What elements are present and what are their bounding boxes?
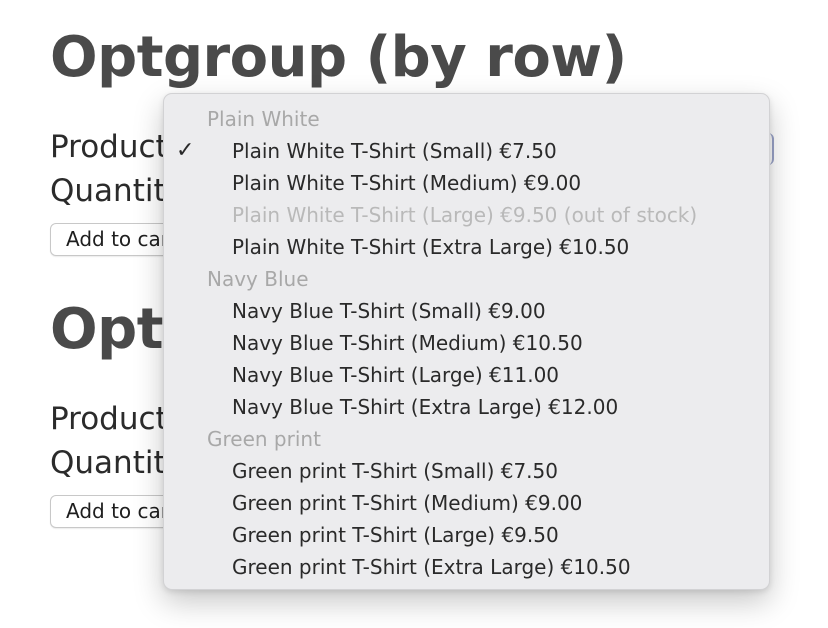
dropdown-list: Plain White ✓ Plain White T-Shirt (Small… bbox=[164, 103, 769, 583]
option-label: Plain White T-Shirt (Extra Large) €10.50 bbox=[232, 235, 630, 259]
option-label: Green print T-Shirt (Medium) €9.00 bbox=[232, 491, 583, 515]
option-plain-white-large: Plain White T-Shirt (Large) €9.50 (out o… bbox=[164, 199, 769, 231]
option-plain-white-small[interactable]: ✓ Plain White T-Shirt (Small) €7.50 bbox=[164, 135, 769, 167]
optgroup-label-navy-blue: Navy Blue bbox=[207, 267, 309, 291]
option-green-print-small[interactable]: Green print T-Shirt (Small) €7.50 bbox=[164, 455, 769, 487]
option-label: Green print T-Shirt (Large) €9.50 bbox=[232, 523, 559, 547]
option-navy-blue-extra-large[interactable]: Navy Blue T-Shirt (Extra Large) €12.00 bbox=[164, 391, 769, 423]
option-label: Green print T-Shirt (Small) €7.50 bbox=[232, 459, 558, 483]
option-plain-white-extra-large[interactable]: Plain White T-Shirt (Extra Large) €10.50 bbox=[164, 231, 769, 263]
option-green-print-large[interactable]: Green print T-Shirt (Large) €9.50 bbox=[164, 519, 769, 551]
option-navy-blue-medium[interactable]: Navy Blue T-Shirt (Medium) €10.50 bbox=[164, 327, 769, 359]
product-label-2: Product bbox=[50, 401, 168, 437]
option-label: Plain White T-Shirt (Large) €9.50 (out o… bbox=[232, 203, 698, 227]
page: Optgroup (by row) Product Quantity Add t… bbox=[0, 0, 828, 628]
option-label: Plain White T-Shirt (Medium) €9.00 bbox=[232, 171, 582, 195]
option-label: Navy Blue T-Shirt (Small) €9.00 bbox=[232, 299, 546, 323]
option-plain-white-medium[interactable]: Plain White T-Shirt (Medium) €9.00 bbox=[164, 167, 769, 199]
option-label: Green print T-Shirt (Extra Large) €10.50 bbox=[232, 555, 631, 579]
option-label: Navy Blue T-Shirt (Large) €11.00 bbox=[232, 363, 560, 387]
option-label: Plain White T-Shirt (Small) €7.50 bbox=[232, 139, 557, 163]
optgroup-label-green-print: Green print bbox=[207, 427, 321, 451]
option-green-print-extra-large[interactable]: Green print T-Shirt (Extra Large) €10.50 bbox=[164, 551, 769, 583]
option-navy-blue-small[interactable]: Navy Blue T-Shirt (Small) €9.00 bbox=[164, 295, 769, 327]
optgroup-label-plain-white: Plain White bbox=[207, 107, 320, 131]
option-navy-blue-large[interactable]: Navy Blue T-Shirt (Large) €11.00 bbox=[164, 359, 769, 391]
section-heading-1: Optgroup (by row) bbox=[50, 25, 627, 90]
option-label: Navy Blue T-Shirt (Medium) €10.50 bbox=[232, 331, 583, 355]
product-label-1: Product bbox=[50, 129, 168, 165]
option-green-print-medium[interactable]: Green print T-Shirt (Medium) €9.00 bbox=[164, 487, 769, 519]
product-dropdown-menu[interactable]: Plain White ✓ Plain White T-Shirt (Small… bbox=[163, 93, 770, 590]
checkmark-icon: ✓ bbox=[176, 138, 195, 163]
option-label: Navy Blue T-Shirt (Extra Large) €12.00 bbox=[232, 395, 619, 419]
